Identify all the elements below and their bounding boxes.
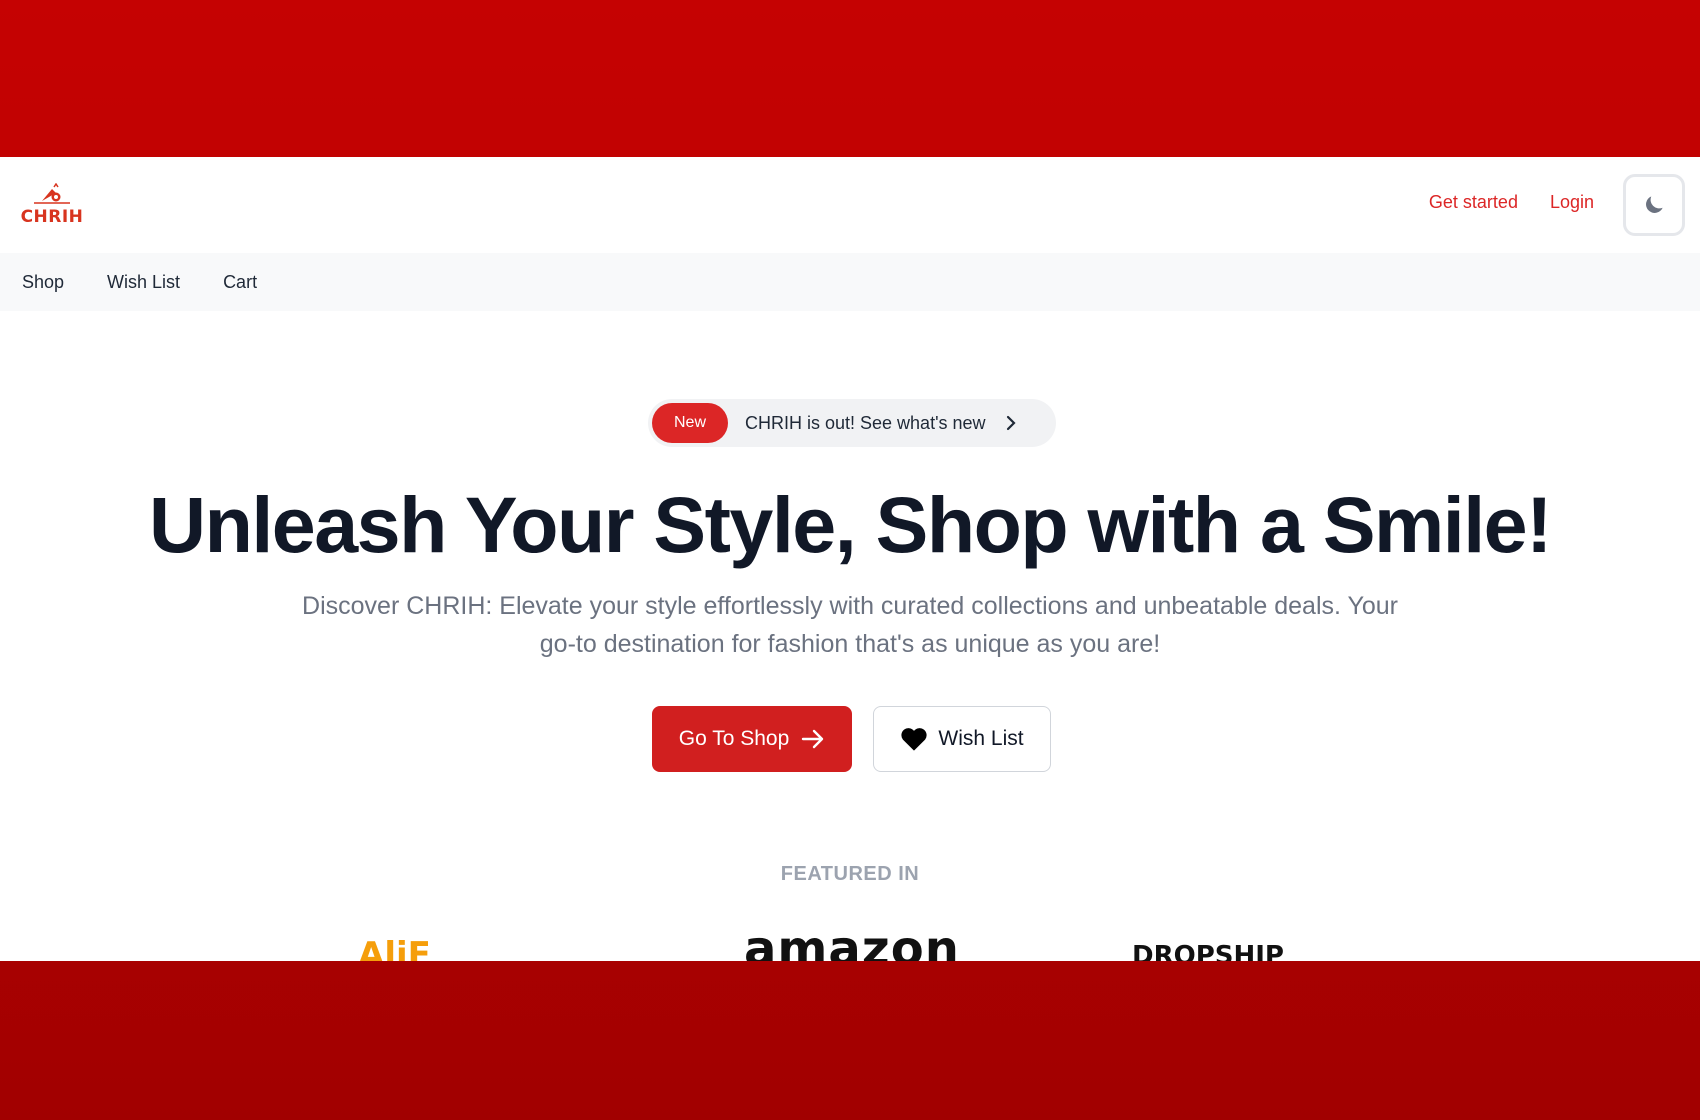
new-badge: New: [652, 403, 728, 443]
nav-item-shop[interactable]: Shop: [22, 272, 64, 293]
nav-item-wish-list[interactable]: Wish List: [107, 272, 180, 293]
login-link[interactable]: Login: [1550, 192, 1594, 213]
get-started-link[interactable]: Get started: [1429, 192, 1518, 213]
partner-logo-aliexpress: AliE: [358, 935, 431, 961]
wish-list-button[interactable]: Wish List: [873, 706, 1051, 772]
main-nav: Shop Wish List Cart: [0, 253, 1700, 311]
go-to-shop-button[interactable]: Go To Shop: [652, 706, 852, 772]
heart-icon: [901, 728, 928, 751]
announcement-text: CHRIH is out! See what's new: [745, 412, 986, 433]
browser-viewport: CHRIH Get started Login Shop Wish List C…: [0, 157, 1700, 961]
wish-list-label: Wish List: [938, 727, 1024, 750]
site-header: CHRIH Get started Login: [0, 157, 1700, 253]
hero-headline: Unleash Your Style, Shop with a Smile!: [149, 480, 1552, 569]
chevron-right-icon: [1004, 415, 1018, 431]
featured-in-heading: FEATURED IN: [780, 863, 920, 885]
logo-mark-icon: [34, 183, 70, 204]
partner-logo-amazon: amazon: [744, 921, 960, 961]
hero-subcopy: Discover CHRIH: Elevate your style effor…: [302, 592, 1398, 658]
arrow-right-icon: [802, 729, 824, 749]
partner-logo-dropship: DROPSHIP: [1132, 941, 1284, 961]
announcement-pill[interactable]: New CHRIH is out! See what's new: [648, 399, 1056, 447]
nav-item-cart[interactable]: Cart: [223, 272, 257, 293]
go-to-shop-label: Go To Shop: [678, 727, 790, 750]
brand-name: CHRIH: [20, 207, 84, 227]
moon-icon: [1646, 196, 1663, 213]
brand-logo[interactable]: CHRIH: [20, 183, 84, 229]
header-links: Get started Login: [1429, 192, 1594, 213]
theme-toggle-button[interactable]: [1623, 174, 1685, 236]
